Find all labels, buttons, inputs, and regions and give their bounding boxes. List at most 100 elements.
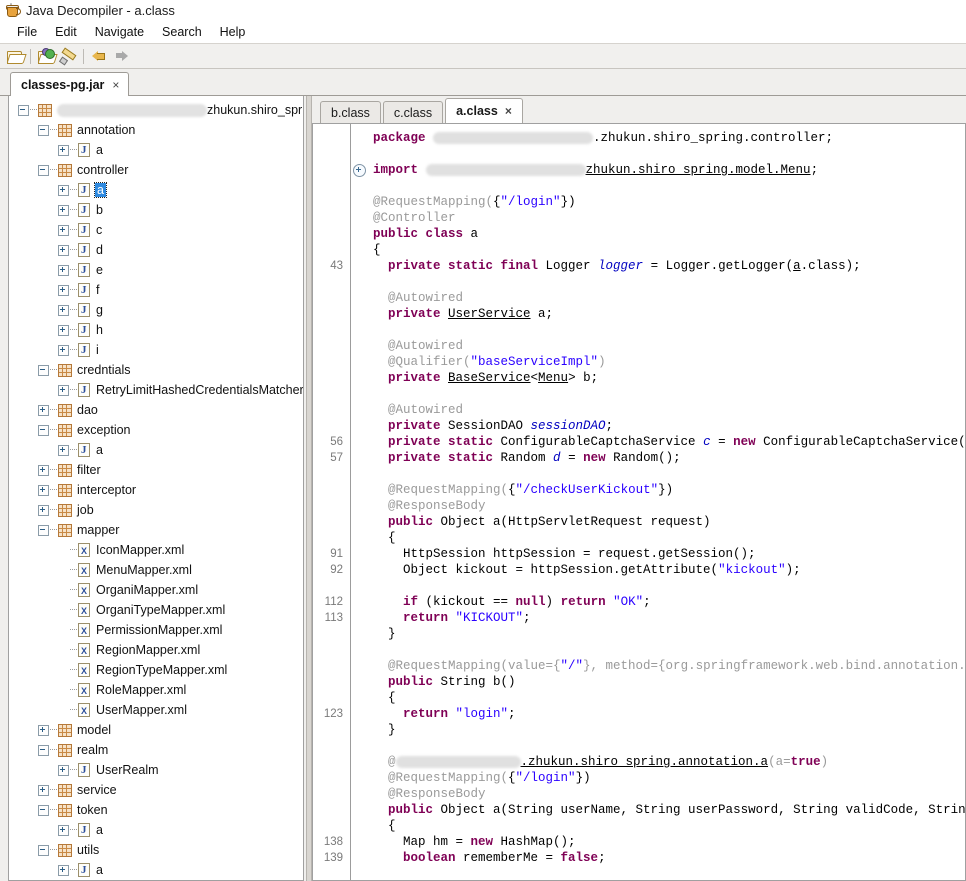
tree-node[interactable]: interceptor bbox=[9, 480, 303, 500]
tree-expander-plus-icon[interactable] bbox=[57, 760, 70, 780]
tree-node-label: c bbox=[96, 223, 103, 237]
source-code-area[interactable]: package .zhukun.shiro_spring.controller;… bbox=[367, 124, 965, 880]
tree-node[interactable]: X RegionTypeMapper.xml bbox=[9, 660, 303, 680]
tree-expander-plus-icon[interactable] bbox=[57, 440, 70, 460]
tree-expander-plus-icon[interactable] bbox=[37, 460, 50, 480]
tree-node[interactable]: exception bbox=[9, 420, 303, 440]
tree-node[interactable]: dao bbox=[9, 400, 303, 420]
source-editor[interactable]: 4356579192112113123138139141 package .zh… bbox=[312, 123, 966, 881]
tree-node[interactable]: job bbox=[9, 500, 303, 520]
menu-item-edit[interactable]: Edit bbox=[46, 23, 86, 41]
tree-node[interactable]: annotation bbox=[9, 120, 303, 140]
tree-expander-plus-icon[interactable] bbox=[57, 860, 70, 880]
tree-node[interactable]: service bbox=[9, 780, 303, 800]
open-folder-button[interactable] bbox=[4, 46, 27, 66]
tree-expander-minus-icon[interactable] bbox=[37, 840, 50, 860]
tree-expander-plus-icon[interactable] bbox=[57, 260, 70, 280]
tree-node-label: IconMapper.xml bbox=[96, 543, 185, 557]
tree-node[interactable]: X MenuMapper.xml bbox=[9, 560, 303, 580]
menu-item-search[interactable]: Search bbox=[153, 23, 211, 41]
tree-node[interactable]: realm bbox=[9, 740, 303, 760]
menu-item-help[interactable]: Help bbox=[211, 23, 255, 41]
tree-node[interactable]: Jc bbox=[9, 220, 303, 240]
tree-expander-plus-icon[interactable] bbox=[37, 400, 50, 420]
tree-expander-minus-icon[interactable] bbox=[37, 520, 50, 540]
tree-expander-plus-icon[interactable] bbox=[57, 180, 70, 200]
tree-expander-plus-icon[interactable] bbox=[37, 780, 50, 800]
open-type-button[interactable] bbox=[35, 46, 58, 66]
tree-node[interactable]: Ja bbox=[9, 860, 303, 880]
tree-node[interactable]: token bbox=[9, 800, 303, 820]
back-button[interactable] bbox=[88, 46, 110, 66]
tree-expander-plus-icon[interactable] bbox=[57, 140, 70, 160]
tree-expander-plus-icon[interactable] bbox=[37, 720, 50, 740]
tree-node[interactable]: X OrganiTypeMapper.xml bbox=[9, 600, 303, 620]
tree-expander-plus-icon[interactable] bbox=[57, 200, 70, 220]
tree-node[interactable]: Ji bbox=[9, 340, 303, 360]
tree-node[interactable]: Jd bbox=[9, 240, 303, 260]
tree-expander-minus-icon[interactable] bbox=[37, 160, 50, 180]
tree-expander-minus-icon[interactable] bbox=[17, 100, 30, 120]
tree-expander-plus-icon[interactable] bbox=[57, 220, 70, 240]
fold-expand-icon[interactable] bbox=[351, 162, 367, 178]
tree-node[interactable]: X PermissionMapper.xml bbox=[9, 620, 303, 640]
tree-node[interactable]: X IconMapper.xml bbox=[9, 540, 303, 560]
tree-node[interactable]: Ja bbox=[9, 140, 303, 160]
code-line: public String b() bbox=[373, 674, 965, 690]
tree-expander-minus-icon[interactable] bbox=[37, 360, 50, 380]
tree-node[interactable]: mapper bbox=[9, 520, 303, 540]
tree-node[interactable]: utils bbox=[9, 840, 303, 860]
tree-node[interactable]: X RoleMapper.xml bbox=[9, 680, 303, 700]
tree-node[interactable]: model bbox=[9, 720, 303, 740]
tree-expander-plus-icon[interactable] bbox=[57, 320, 70, 340]
code-token: logger bbox=[598, 259, 644, 273]
package-tree[interactable]: zhukun.shiro_spring annotation Ja controlle… bbox=[9, 96, 303, 880]
tree-expander-minus-icon[interactable] bbox=[37, 800, 50, 820]
tree-expander-plus-icon[interactable] bbox=[57, 280, 70, 300]
tree-expander-minus-icon[interactable] bbox=[37, 420, 50, 440]
class-tab-c-class[interactable]: c.class bbox=[382, 101, 444, 123]
tree-expander-plus-icon[interactable] bbox=[57, 300, 70, 320]
tree-node[interactable]: controller bbox=[9, 160, 303, 180]
fold-glyph-column[interactable] bbox=[351, 124, 367, 880]
tree-node[interactable]: X OrganiMapper.xml bbox=[9, 580, 303, 600]
save-button[interactable] bbox=[57, 46, 79, 66]
menu-item-file[interactable]: File bbox=[8, 23, 46, 41]
tree-node[interactable]: X RegionMapper.xml bbox=[9, 640, 303, 660]
tree-node[interactable]: Jg bbox=[9, 300, 303, 320]
class-tab-b-class[interactable]: b.class bbox=[320, 101, 381, 123]
tree-expander-plus-icon[interactable] bbox=[57, 340, 70, 360]
tree-expander-plus-icon[interactable] bbox=[37, 500, 50, 520]
tree-expander-plus-icon[interactable] bbox=[57, 240, 70, 260]
tree-node[interactable]: Jf bbox=[9, 280, 303, 300]
tree-expander-minus-icon[interactable] bbox=[37, 120, 50, 140]
tree-expander-plus-icon[interactable] bbox=[37, 480, 50, 500]
menu-item-navigate[interactable]: Navigate bbox=[86, 23, 153, 41]
jar-tab-close-icon[interactable]: × bbox=[112, 79, 119, 91]
tree-node[interactable]: filter bbox=[9, 460, 303, 480]
forward-button[interactable] bbox=[110, 46, 132, 66]
java-class-icon: J bbox=[78, 143, 90, 157]
tree-node[interactable]: zhukun.shiro_spring bbox=[9, 100, 303, 120]
tree-expander-plus-icon[interactable] bbox=[57, 380, 70, 400]
tree-node[interactable]: Ja bbox=[9, 180, 303, 200]
tree-node[interactable]: Jb bbox=[9, 200, 303, 220]
package-icon bbox=[58, 123, 72, 137]
split-divider[interactable] bbox=[304, 96, 312, 881]
tree-expander-plus-icon[interactable] bbox=[57, 820, 70, 840]
tree-node[interactable]: X UserMapper.xml bbox=[9, 700, 303, 720]
jar-tab-classes-pg[interactable]: classes-pg.jar × bbox=[10, 72, 130, 96]
class-tab-a-class[interactable]: a.class × bbox=[445, 98, 523, 123]
tree-node[interactable]: Jh bbox=[9, 320, 303, 340]
tree-expander-minus-icon[interactable] bbox=[37, 740, 50, 760]
tree-node[interactable]: credntials bbox=[9, 360, 303, 380]
tree-node[interactable]: Je bbox=[9, 260, 303, 280]
tree-node[interactable]: Ja bbox=[9, 440, 303, 460]
tree-node[interactable]: J RetryLimitHashedCredentialsMatcher bbox=[9, 380, 303, 400]
tree-node[interactable]: Ja bbox=[9, 820, 303, 840]
class-tab-close-icon[interactable]: × bbox=[505, 105, 512, 117]
code-token: new bbox=[733, 435, 764, 449]
tree-node[interactable]: J UserRealm bbox=[9, 760, 303, 780]
